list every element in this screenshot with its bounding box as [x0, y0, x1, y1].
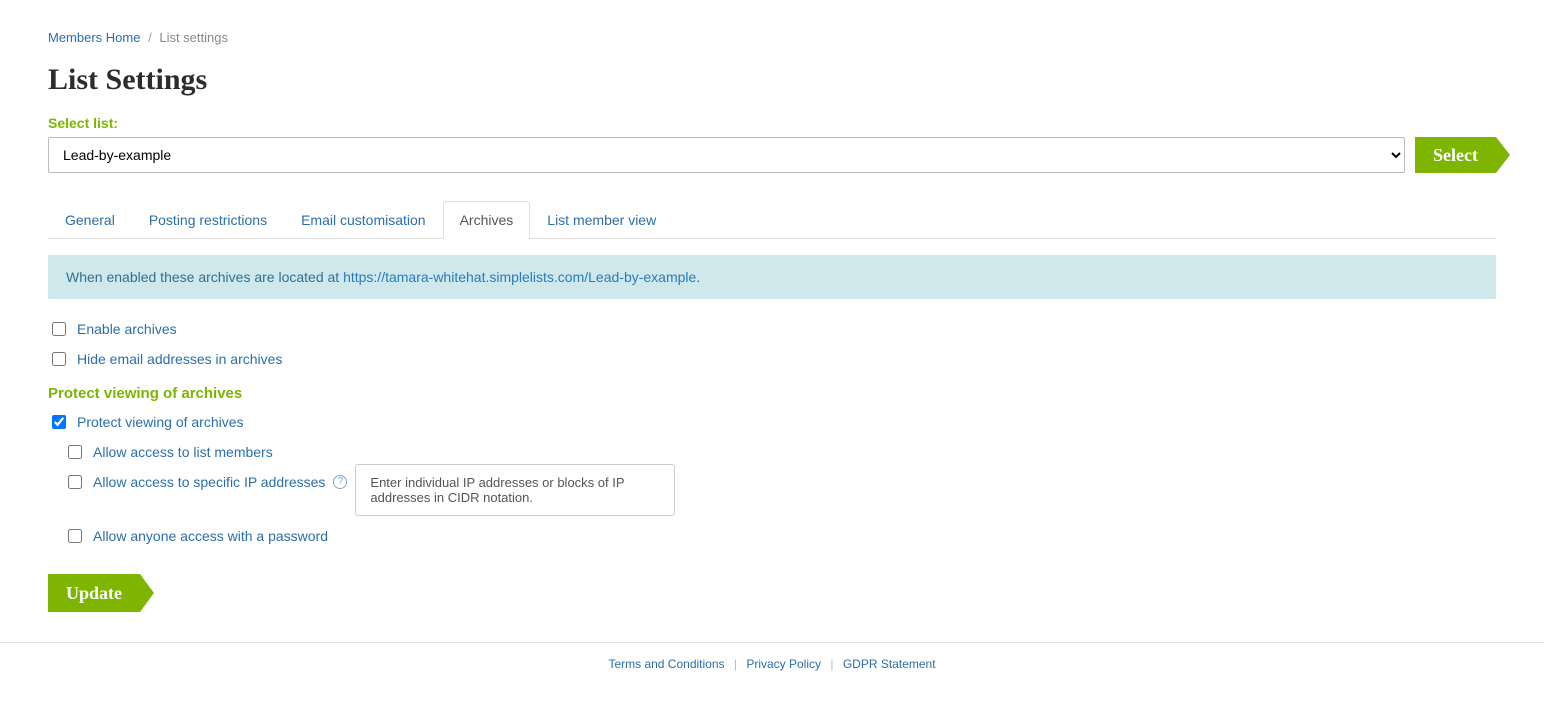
select-list-label: Select list:: [48, 115, 1496, 131]
protect-viewing-label[interactable]: Protect viewing of archives: [77, 414, 244, 430]
breadcrumb: Members Home / List settings: [48, 30, 1496, 45]
footer-divider: |: [734, 657, 737, 671]
allow-ip-label[interactable]: Allow access to specific IP addresses: [93, 474, 325, 490]
footer-divider: |: [830, 657, 833, 671]
tab-general[interactable]: General: [48, 201, 132, 239]
protect-viewing-heading: Protect viewing of archives: [48, 385, 1496, 402]
footer-gdpr-link[interactable]: GDPR Statement: [843, 657, 936, 671]
help-icon[interactable]: ?: [333, 475, 347, 489]
enable-archives-label[interactable]: Enable archives: [77, 321, 177, 337]
breadcrumb-current: List settings: [159, 30, 228, 45]
ip-tooltip: Enter individual IP addresses or blocks …: [355, 464, 675, 516]
allow-password-label[interactable]: Allow anyone access with a password: [93, 528, 328, 544]
footer-terms-link[interactable]: Terms and Conditions: [608, 657, 724, 671]
hide-email-checkbox[interactable]: [52, 352, 66, 366]
tab-posting-restrictions[interactable]: Posting restrictions: [132, 201, 284, 239]
select-button[interactable]: Select: [1415, 137, 1496, 173]
allow-members-checkbox[interactable]: [68, 445, 82, 459]
tab-email-customisation[interactable]: Email customisation: [284, 201, 443, 239]
allow-password-checkbox[interactable]: [68, 529, 82, 543]
archives-info-box: When enabled these archives are located …: [48, 255, 1496, 299]
update-button[interactable]: Update: [48, 574, 140, 612]
archives-info-prefix: When enabled these archives are located …: [66, 269, 343, 285]
hide-email-label[interactable]: Hide email addresses in archives: [77, 351, 282, 367]
footer-privacy-link[interactable]: Privacy Policy: [746, 657, 821, 671]
tab-archives[interactable]: Archives: [443, 201, 531, 239]
breadcrumb-home-link[interactable]: Members Home: [48, 30, 140, 45]
protect-viewing-checkbox[interactable]: [52, 415, 66, 429]
archives-info-suffix: .: [696, 269, 700, 285]
allow-ip-checkbox[interactable]: [68, 475, 82, 489]
tab-list-member-view[interactable]: List member view: [530, 201, 673, 239]
tabs: General Posting restrictions Email custo…: [48, 201, 1496, 239]
list-select[interactable]: Lead-by-example: [48, 137, 1405, 173]
breadcrumb-separator: /: [148, 30, 152, 45]
page-title: List Settings: [48, 63, 1496, 97]
enable-archives-checkbox[interactable]: [52, 322, 66, 336]
archives-url-link[interactable]: https://tamara-whitehat.simplelists.com/…: [343, 269, 696, 285]
footer: Terms and Conditions | Privacy Policy | …: [0, 642, 1544, 711]
allow-members-label[interactable]: Allow access to list members: [93, 444, 273, 460]
